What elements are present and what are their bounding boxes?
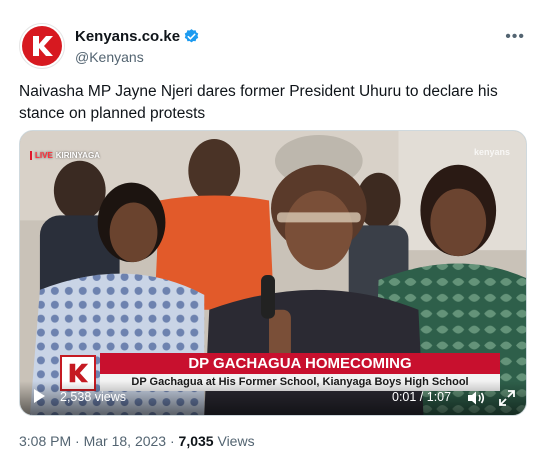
avatar[interactable] bbox=[19, 23, 65, 69]
tweet-time[interactable]: 3:08 PM bbox=[19, 433, 71, 449]
tweet-date[interactable]: Mar 18, 2023 bbox=[84, 433, 167, 449]
tweet-text: Naivasha MP Jayne Njeri dares former Pre… bbox=[19, 83, 498, 122]
tweet-meta: 3:08 PM · Mar 18, 2023 · 7,035 Views bbox=[19, 433, 255, 449]
volume-icon[interactable] bbox=[467, 390, 485, 406]
views-count: 7,035 bbox=[178, 433, 214, 449]
location-label: KIRINYAGA bbox=[55, 151, 100, 160]
views-label: Views bbox=[217, 433, 255, 449]
author-name[interactable]: Kenyans.co.ke bbox=[75, 28, 180, 45]
meta-separator: · bbox=[75, 433, 80, 449]
live-bar-icon bbox=[30, 151, 32, 160]
kenyans-logo-icon bbox=[22, 26, 62, 66]
verified-badge-icon bbox=[183, 28, 200, 45]
tweet-card: Kenyans.co.ke @Kenyans ••• Naivasha MP J… bbox=[0, 0, 545, 463]
more-horizontal-icon[interactable]: ••• bbox=[505, 28, 525, 46]
play-icon[interactable] bbox=[34, 389, 45, 403]
lower-third-headline: DP GACHAGUA HOMECOMING bbox=[100, 353, 500, 374]
expand-icon[interactable] bbox=[499, 390, 515, 406]
live-label: LIVE bbox=[35, 151, 53, 160]
channel-watermark: kenyans bbox=[473, 147, 510, 157]
video-controls: 2,538 views 0:01 / 1:07 bbox=[20, 381, 526, 415]
video-progress: 0:01 / 1:07 bbox=[392, 390, 452, 404]
author-row: Kenyans.co.ke bbox=[75, 28, 200, 45]
meta-separator: · bbox=[169, 433, 175, 449]
video-views: 2,538 views bbox=[60, 390, 127, 404]
author-handle[interactable]: @Kenyans bbox=[75, 49, 144, 65]
video-player[interactable]: LIVE KIRINYAGA kenyans DP GACHAGUA HOMEC… bbox=[19, 130, 527, 416]
live-tag: LIVE KIRINYAGA bbox=[30, 151, 100, 160]
